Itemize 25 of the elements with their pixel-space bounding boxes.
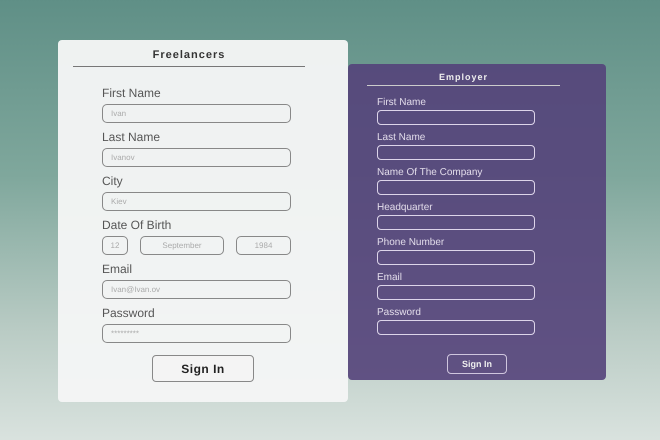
field-label: Password xyxy=(102,306,156,320)
field-label: First Name xyxy=(377,96,427,109)
field-label: Name Of The Company xyxy=(377,166,484,179)
input-field[interactable]: Ivanov xyxy=(102,148,291,167)
field-label: Email xyxy=(377,271,404,284)
field-label: Email xyxy=(102,262,134,276)
field-label: Password xyxy=(377,306,422,319)
field-label: First Name xyxy=(102,86,162,100)
input-field[interactable]: Ivan@Ivan.ov xyxy=(102,280,291,299)
field-label: Last Name xyxy=(377,131,426,144)
sign-in-button[interactable]: Sign In xyxy=(152,355,254,382)
field-label: Headquarter xyxy=(377,201,434,214)
input-field[interactable]: 1984 xyxy=(236,236,291,255)
sign-in-button[interactable]: Sign In xyxy=(447,354,507,374)
form-title: Freelancers xyxy=(152,48,226,62)
input-field[interactable]: September xyxy=(140,236,224,255)
input-field[interactable]: 12 xyxy=(102,236,128,255)
form-title: Employer xyxy=(438,71,489,83)
input-field[interactable]: Ivan xyxy=(102,104,291,123)
input-field[interactable]: Kiev xyxy=(102,192,291,211)
field-label: Date Of Birth xyxy=(102,218,172,232)
field-label: Phone Number xyxy=(377,236,446,249)
field-label: Last Name xyxy=(102,130,162,144)
field-label: City xyxy=(102,174,124,188)
input-field[interactable]: ********* xyxy=(102,324,291,343)
